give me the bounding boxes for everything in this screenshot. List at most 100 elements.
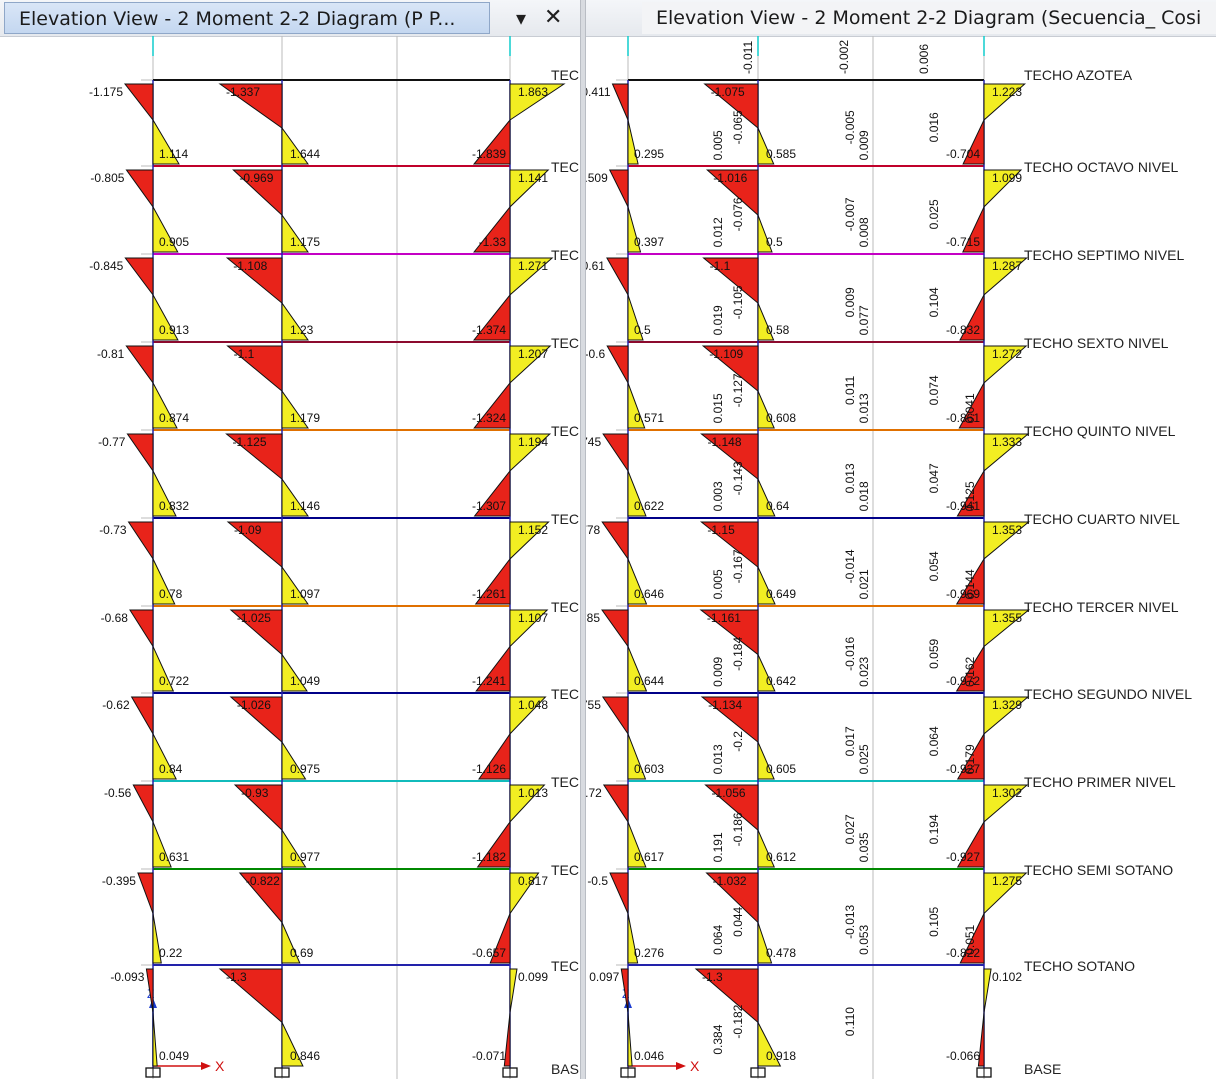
moment-value-label: 0.605 bbox=[766, 762, 796, 776]
moment-value-label: 1.355 bbox=[992, 611, 1022, 625]
moment-value-label: -0.62 bbox=[102, 698, 130, 712]
moment-triangle-negative bbox=[129, 609, 154, 649]
beam-moment-label: 0.003 bbox=[711, 481, 725, 511]
moment-triangle-negative bbox=[127, 521, 154, 561]
moment-value-label: 1.114 bbox=[159, 147, 188, 161]
tab-dropdown-icon[interactable]: ▾ bbox=[516, 4, 526, 32]
moment-value-label: 0.78 bbox=[159, 587, 183, 601]
beam-moment-label: 0.035 bbox=[857, 832, 871, 862]
story-label: TEC bbox=[551, 774, 579, 790]
moment-triangle-negative bbox=[126, 433, 154, 473]
right-moment-diagram: XZTECHO AZOTEATECHO OCTAVO NIVELTECHO SE… bbox=[586, 36, 1192, 1079]
right-elevation-view[interactable]: XZTECHO AZOTEATECHO OCTAVO NIVELTECHO SE… bbox=[586, 36, 1216, 1079]
moment-value-label: 0.049 bbox=[159, 1049, 189, 1063]
moment-value-label: 1.353 bbox=[992, 523, 1022, 537]
moment-value-label: 1.048 bbox=[518, 698, 548, 712]
moment-value-label: -0.5 bbox=[587, 874, 608, 888]
beam-moment-label: 0.013 bbox=[711, 744, 725, 774]
story-label: TEC bbox=[551, 862, 579, 878]
moment-value-label: 0.918 bbox=[766, 1049, 796, 1063]
moment-triangle-negative bbox=[125, 169, 154, 209]
story-label: TECHO SEPTIMO NIVEL bbox=[1024, 247, 1184, 263]
moment-triangle-negative bbox=[602, 433, 629, 473]
moment-value-label: 1.013 bbox=[518, 786, 548, 800]
tab-close-icon[interactable]: ✕ bbox=[544, 4, 562, 32]
moment-value-label: -1.15 bbox=[707, 523, 735, 537]
beam-moment-label: 0.191 bbox=[711, 832, 725, 862]
story-label: TECHO SEXTO NIVEL bbox=[1024, 335, 1169, 351]
moment-value-label: 0.276 bbox=[634, 946, 664, 960]
beam-moment-label: -0.184 bbox=[731, 637, 745, 671]
moment-value-label: 1.194 bbox=[518, 435, 548, 449]
beam-moment-label: 0.013 bbox=[857, 393, 871, 423]
moment-triangle-negative bbox=[609, 872, 629, 914]
moment-value-label: 0.874 bbox=[159, 411, 189, 425]
story-label: TECHO OCTAVO NIVEL bbox=[1024, 159, 1178, 175]
moment-value-label: -0.969 bbox=[239, 171, 273, 185]
story-label: TEC bbox=[551, 423, 579, 439]
moment-value-label: 1.097 bbox=[290, 587, 320, 601]
moment-value-label: 1.141 bbox=[518, 171, 548, 185]
story-label: TECHO TERCER NIVEL bbox=[1024, 599, 1179, 615]
moment-value-label: -1.134 bbox=[708, 698, 742, 712]
moment-value-label: 0.571 bbox=[634, 411, 664, 425]
moment-value-label: 0.905 bbox=[159, 235, 189, 249]
moment-value-label: 1.272 bbox=[992, 347, 1022, 361]
beam-moment-label: 0.104 bbox=[927, 287, 941, 317]
x-axis-icon bbox=[676, 1062, 686, 1070]
moment-triangle-negative bbox=[601, 609, 629, 649]
beam-moment-label: -0.016 bbox=[843, 637, 857, 671]
beam-moment-label: -0.186 bbox=[731, 812, 745, 846]
moment-value-label: -0.77 bbox=[98, 435, 126, 449]
beam-moment-label: 0.053 bbox=[857, 924, 871, 954]
beam-moment-label: 0.110 bbox=[843, 1007, 857, 1036]
moment-value-label: -0.927 bbox=[946, 850, 980, 864]
moment-value-label: -1.307 bbox=[472, 499, 506, 513]
moment-value-label: -0.715 bbox=[946, 235, 980, 249]
moment-value-label: 0.755 bbox=[586, 698, 601, 712]
moment-value-label: -1.016 bbox=[713, 171, 747, 185]
beam-moment-label: 0.017 bbox=[843, 726, 857, 756]
moment-value-label: 1.275 bbox=[992, 874, 1022, 888]
left-elevation-view[interactable]: XZTECTECTECTECTECTECTECTECTECTECTECBAS-1… bbox=[0, 36, 580, 1079]
moment-value-label: -1.337 bbox=[226, 85, 260, 99]
moment-value-label: -0.657 bbox=[472, 946, 506, 960]
story-label: TEC bbox=[551, 511, 579, 527]
story-label: BAS bbox=[551, 1061, 579, 1077]
moment-value-label: -0.832 bbox=[946, 323, 980, 337]
right-tab-bar: Elevation View - 2 Moment 2-2 Diagram (S… bbox=[586, 0, 1216, 37]
x-axis-label: X bbox=[215, 1058, 225, 1074]
moment-value-label: 0.832 bbox=[159, 499, 189, 513]
moment-value-label: -1.025 bbox=[237, 611, 271, 625]
moment-value-label: -1.026 bbox=[237, 698, 271, 712]
moment-value-label: 0.642 bbox=[766, 674, 796, 688]
moment-value-label: 0.785 bbox=[586, 611, 600, 625]
beam-moment-label: -0.182 bbox=[731, 1004, 745, 1038]
moment-value-label: -0.6 bbox=[586, 347, 606, 361]
moment-value-label: 1.644 bbox=[290, 147, 320, 161]
moment-value-label: 0.649 bbox=[766, 587, 796, 601]
beam-moment-label: 0.005 bbox=[711, 130, 725, 160]
beam-moment-label: 0.023 bbox=[857, 657, 871, 687]
moment-value-label: 0.58 bbox=[766, 323, 790, 337]
moment-value-label: 0.046 bbox=[634, 1049, 664, 1063]
moment-value-label: -1.324 bbox=[472, 411, 506, 425]
beam-moment-label: 0.384 bbox=[711, 1024, 725, 1054]
moment-value-label: -0.73 bbox=[99, 523, 127, 537]
moment-value-label: 0.102 bbox=[992, 970, 1022, 984]
left-view-tab[interactable]: Elevation View - 2 Moment 2-2 Diagram (P… bbox=[4, 2, 490, 34]
moment-value-label: 1.146 bbox=[290, 499, 320, 513]
beam-moment-label: -0.127 bbox=[731, 373, 745, 407]
beam-moment-label: -0.105 bbox=[731, 285, 745, 319]
beam-moment-label: 0.162 bbox=[963, 657, 977, 687]
beam-moment-label: 0.018 bbox=[857, 481, 871, 511]
beam-moment-label: -0.076 bbox=[731, 197, 745, 231]
beam-moment-label: 0.025 bbox=[857, 744, 871, 774]
right-view-tab[interactable]: Elevation View - 2 Moment 2-2 Diagram (S… bbox=[642, 2, 1216, 34]
moment-value-label: -1.261 bbox=[472, 587, 506, 601]
beam-moment-label: 0.105 bbox=[927, 906, 941, 936]
story-label: TEC bbox=[551, 67, 579, 83]
moment-value-label: 0.617 bbox=[634, 850, 664, 864]
moment-triangle-negative bbox=[601, 696, 629, 736]
moment-value-label: -1.33 bbox=[479, 235, 507, 249]
